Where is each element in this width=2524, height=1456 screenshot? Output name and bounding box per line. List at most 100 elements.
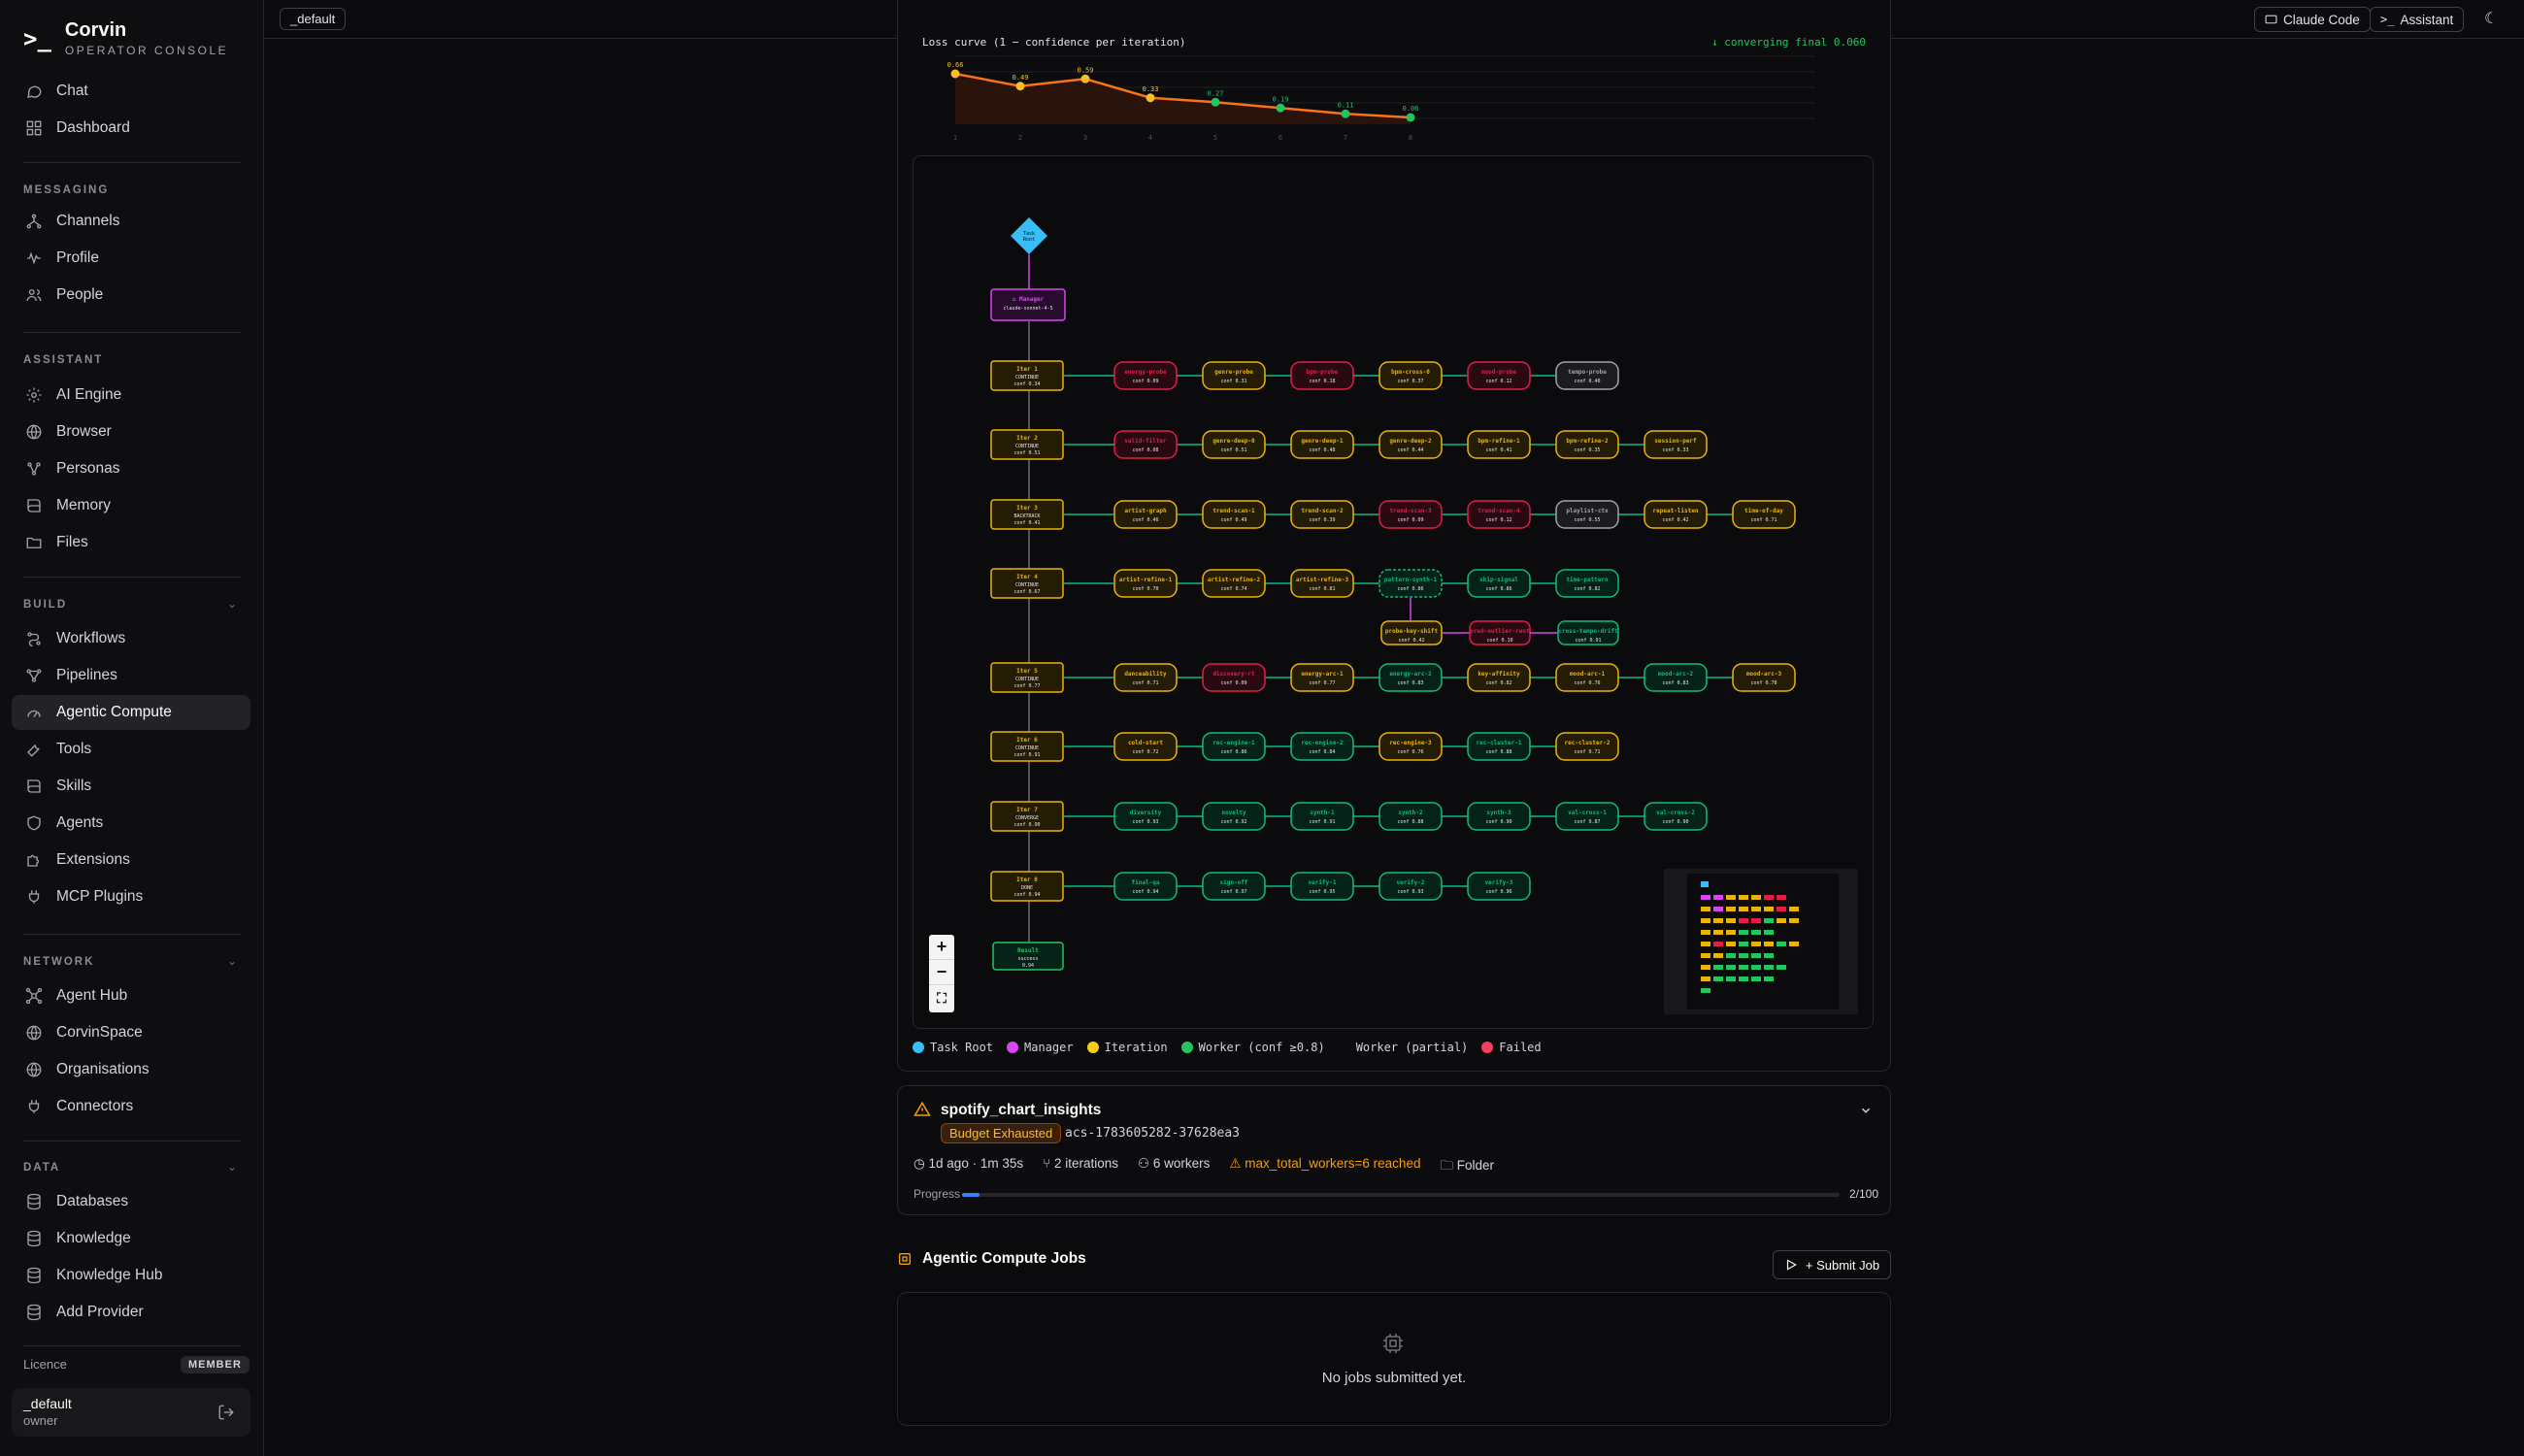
sidebar-item-pipelines[interactable]: Pipelines bbox=[12, 658, 250, 693]
worker-node-synth-3[interactable] bbox=[1467, 802, 1531, 831]
worker-node-artist-graph[interactable] bbox=[1113, 500, 1178, 529]
sidebar-item-ai-engine[interactable]: AI Engine bbox=[12, 378, 250, 413]
sidebar-item-skills[interactable]: Skills bbox=[12, 769, 250, 804]
worker-node-time-pattern[interactable] bbox=[1555, 569, 1619, 598]
worker-node-rec-cluster-1[interactable] bbox=[1467, 732, 1531, 761]
brand[interactable]: >_ Corvin OPERATOR CONSOLE bbox=[23, 19, 228, 57]
worker-node-bpm-probe[interactable] bbox=[1290, 361, 1354, 390]
worker-node-val-cross-2[interactable] bbox=[1644, 802, 1708, 831]
worker-node-verify-3[interactable] bbox=[1467, 872, 1531, 901]
sidebar-item-corvinspace[interactable]: CorvinSpace bbox=[12, 1015, 250, 1050]
workspace-badge[interactable]: _default bbox=[280, 8, 347, 30]
worker-node-verify-2[interactable] bbox=[1378, 872, 1443, 901]
worker-node-energy-arc-1[interactable] bbox=[1290, 663, 1354, 692]
sidebar-item-add-provider[interactable]: Add Provider bbox=[12, 1295, 250, 1330]
worker-node-rec-engine-1[interactable] bbox=[1202, 732, 1266, 761]
worker-node-synth-2[interactable] bbox=[1378, 802, 1443, 831]
minimap-node bbox=[1751, 953, 1761, 958]
worker-node-trend-scan-4[interactable] bbox=[1467, 500, 1531, 529]
manager-node[interactable] bbox=[990, 288, 1066, 321]
worker-node-final-qa[interactable] bbox=[1113, 872, 1178, 901]
sidebar-item-agents[interactable]: Agents bbox=[12, 806, 250, 841]
worker-node-artist-refine-1[interactable] bbox=[1113, 569, 1178, 598]
worker-node-time-of-day[interactable] bbox=[1732, 500, 1796, 529]
chevron-down-icon[interactable]: ⌄ bbox=[227, 597, 237, 611]
worker-node-verify-1[interactable] bbox=[1290, 872, 1354, 901]
sidebar-item-agent-hub[interactable]: Agent Hub bbox=[12, 978, 250, 1013]
worker-node-bpm-refine-1[interactable] bbox=[1467, 430, 1531, 459]
worker-node-key-affinity[interactable] bbox=[1467, 663, 1531, 692]
worker-node-bpm-refine-2[interactable] bbox=[1555, 430, 1619, 459]
fit-view-button[interactable]: ⛶ bbox=[929, 985, 954, 1010]
sidebar-item-organisations[interactable]: Organisations bbox=[12, 1052, 250, 1087]
assistant-button[interactable]: >_ Assistant bbox=[2370, 7, 2465, 32]
worker-node-rec-cluster-2[interactable] bbox=[1555, 732, 1619, 761]
submit-job-button[interactable]: + Submit Job bbox=[1773, 1250, 1891, 1279]
zoom-in-button[interactable]: + bbox=[929, 935, 954, 960]
worker-node-genre-deep-1[interactable] bbox=[1290, 430, 1354, 459]
worker-node-artist-refine-2[interactable] bbox=[1202, 569, 1266, 598]
sidebar-item-extensions[interactable]: Extensions bbox=[12, 843, 250, 877]
sidebar-item-people[interactable]: People bbox=[12, 278, 250, 313]
worker-node-valid-filter[interactable] bbox=[1113, 430, 1178, 459]
worker-node-cold-start[interactable] bbox=[1113, 732, 1178, 761]
worker-node-val-cross-1[interactable] bbox=[1555, 802, 1619, 831]
sidebar-item-tools[interactable]: Tools bbox=[12, 732, 250, 767]
sidebar-item-connectors[interactable]: Connectors bbox=[12, 1089, 250, 1124]
worker-node-rec-engine-2[interactable] bbox=[1290, 732, 1354, 761]
graph-minimap[interactable] bbox=[1664, 869, 1858, 1014]
worker-node-artist-refine-3[interactable] bbox=[1290, 569, 1354, 598]
chevron-down-icon[interactable]: ⌄ bbox=[227, 1160, 237, 1174]
theme-toggle-icon[interactable]: ☾ bbox=[2484, 9, 2498, 28]
claude-code-button[interactable]: Claude Code bbox=[2254, 7, 2371, 32]
chevron-down-icon[interactable] bbox=[1859, 1104, 1873, 1117]
worker-node-mood-arc-2[interactable] bbox=[1644, 663, 1708, 692]
sidebar-item-memory[interactable]: Memory bbox=[12, 488, 250, 523]
worker-node-playlist-ctx[interactable] bbox=[1555, 500, 1619, 529]
worker-node-danceability[interactable] bbox=[1113, 663, 1178, 692]
logout-icon[interactable] bbox=[217, 1404, 235, 1421]
worker-node-bpm-cross-0[interactable] bbox=[1378, 361, 1443, 390]
worker-node-energy-arc-2[interactable] bbox=[1378, 663, 1443, 692]
sidebar-item-channels[interactable]: Channels bbox=[12, 204, 250, 239]
job-folder-link[interactable]: 🗀 Folder bbox=[1440, 1156, 1494, 1178]
sidebar-item-agentic-compute[interactable]: Agentic Compute bbox=[12, 695, 250, 730]
worker-node-diversity[interactable] bbox=[1113, 802, 1178, 831]
worker-node-mood-probe[interactable] bbox=[1467, 361, 1531, 390]
sidebar-item-knowledge[interactable]: Knowledge bbox=[12, 1221, 250, 1256]
worker-node-genre-deep-2[interactable] bbox=[1378, 430, 1443, 459]
worker-node-genre-probe[interactable] bbox=[1202, 361, 1266, 390]
worker-node-tempo-probe[interactable] bbox=[1555, 361, 1619, 390]
worker-node-rec-engine-3[interactable] bbox=[1378, 732, 1443, 761]
sidebar-item-files[interactable]: Files bbox=[12, 525, 250, 560]
worker-node-session-perf[interactable] bbox=[1644, 430, 1708, 459]
sidebar-item-personas[interactable]: Personas bbox=[12, 451, 250, 486]
sidebar-item-databases[interactable]: Databases bbox=[12, 1184, 250, 1219]
worker-node-mood-arc-3[interactable] bbox=[1732, 663, 1796, 692]
worker-node-genre-deep-0[interactable] bbox=[1202, 430, 1266, 459]
sidebar-item-label: Channels bbox=[56, 213, 120, 229]
sidebar-item-profile[interactable]: Profile bbox=[12, 241, 250, 276]
worker-node-novelty[interactable] bbox=[1202, 802, 1266, 831]
zoom-out-button[interactable]: − bbox=[929, 960, 954, 985]
sidebar-item-chat[interactable]: Chat bbox=[12, 74, 250, 109]
sidebar-item-dashboard[interactable]: Dashboard bbox=[12, 111, 250, 146]
worker-node-repeat-listen[interactable] bbox=[1644, 500, 1708, 529]
worker-node-mood-arc-1[interactable] bbox=[1555, 663, 1619, 692]
worker-node-discovery-rt[interactable] bbox=[1202, 663, 1266, 692]
worker-node-sign-off[interactable] bbox=[1202, 872, 1266, 901]
worker-node-trend-scan-3[interactable] bbox=[1378, 500, 1443, 529]
worker-node-energy-probe[interactable] bbox=[1113, 361, 1178, 390]
worker-node-synth-1[interactable] bbox=[1290, 802, 1354, 831]
sidebar-item-browser[interactable]: Browser bbox=[12, 414, 250, 449]
worker-node-pattern-synth-1[interactable] bbox=[1378, 569, 1443, 598]
worker-node-trend-scan-2[interactable] bbox=[1290, 500, 1354, 529]
terminal-icon: >_ bbox=[23, 24, 51, 52]
sidebar-item-knowledge-hub[interactable]: Knowledge Hub bbox=[12, 1258, 250, 1293]
chevron-down-icon[interactable]: ⌄ bbox=[227, 954, 237, 968]
sidebar-item-workflows[interactable]: Workflows bbox=[12, 621, 250, 656]
job-card[interactable]: spotify_chart_insights Budget Exhausted … bbox=[897, 1085, 1891, 1215]
sidebar-item-mcp-plugins[interactable]: MCP Plugins bbox=[12, 879, 250, 914]
worker-node-skip-signal[interactable] bbox=[1467, 569, 1531, 598]
worker-node-trend-scan-1[interactable] bbox=[1202, 500, 1266, 529]
